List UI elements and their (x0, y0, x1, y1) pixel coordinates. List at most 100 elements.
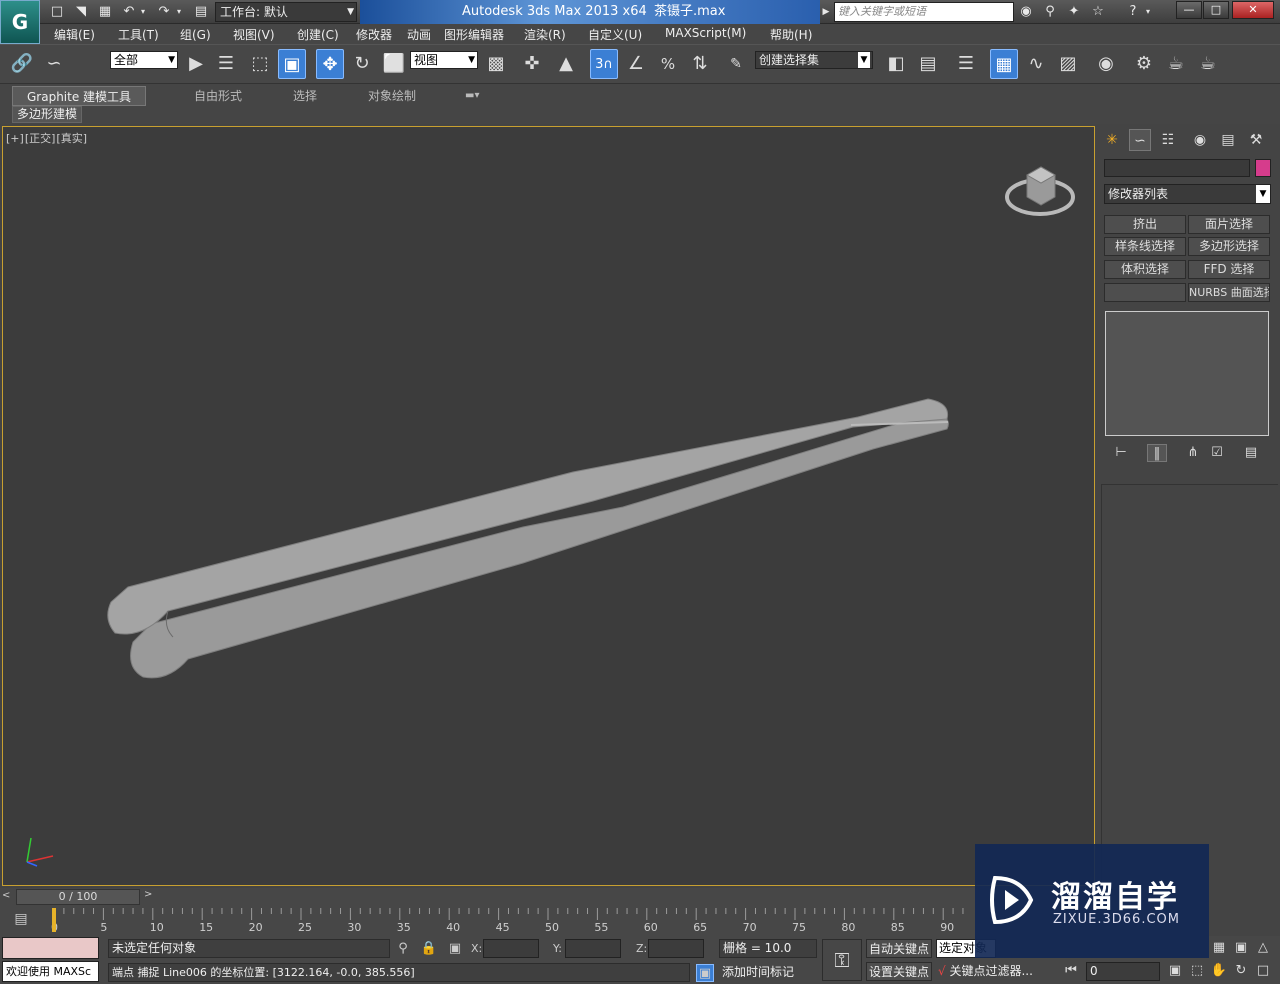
graphite-toggle-icon[interactable]: ▦ (990, 49, 1018, 79)
patch-select-button[interactable]: 面片选择 (1188, 215, 1270, 234)
reference-coordinate-dropdown[interactable]: 视图 ▼ (410, 51, 478, 69)
pivot-center-icon[interactable]: ▩ (482, 49, 510, 79)
menu-customize[interactable]: 自定义(U) (588, 26, 642, 43)
curve-editor-icon[interactable]: ∿ (1022, 49, 1050, 79)
ffd-select-button[interactable]: FFD 选择 (1188, 260, 1270, 279)
time-slider-thumb[interactable]: 0 / 100 (16, 889, 140, 905)
menu-create[interactable]: 创建(C) (297, 26, 339, 43)
menu-tools[interactable]: 工具(T) (118, 26, 159, 43)
field-of-view-icon[interactable]: △ (1254, 939, 1272, 957)
select-by-name-icon[interactable]: ☰ (212, 49, 240, 79)
menu-edit[interactable]: 编辑(E) (54, 26, 95, 43)
timeline-ruler[interactable]: 051015202530354045505560657075808590 (44, 906, 974, 936)
z-coordinate-field[interactable] (648, 939, 704, 958)
spline-select-button[interactable]: 样条线选择 (1104, 237, 1186, 256)
configure-modifier-sets-icon[interactable]: ▤ (1241, 444, 1261, 462)
help-icon[interactable]: ? (1124, 3, 1142, 21)
layer-manager-icon[interactable]: ☰ (952, 49, 980, 79)
empty-modifier-button[interactable] (1104, 283, 1186, 302)
menu-maxscript[interactable]: MAXScript(M) (665, 26, 746, 40)
curve-editor-mini-icon[interactable]: ▤ (10, 911, 32, 931)
select-and-scale-icon[interactable]: ⬜ (380, 49, 408, 79)
modify-tab-icon[interactable]: ∽ (1129, 129, 1151, 151)
show-end-result-icon[interactable]: ‖ (1147, 444, 1167, 462)
select-object-icon[interactable]: ▶ (182, 49, 210, 79)
select-and-rotate-icon[interactable]: ↻ (348, 49, 376, 79)
object-name-field[interactable] (1104, 159, 1250, 177)
remove-modifier-icon[interactable]: ☑ (1207, 444, 1227, 462)
close-button[interactable]: ✕ (1232, 1, 1274, 19)
absolute-mode-icon[interactable]: ▣ (446, 940, 464, 958)
maxscript-welcome[interactable]: 欢迎使用 MAXSc (2, 961, 99, 982)
keyboard-shortcut-override-icon[interactable]: ▲ (552, 49, 580, 79)
previous-frame-icon[interactable]: < (2, 890, 14, 904)
set-key-icon[interactable]: ⚿ (822, 939, 862, 981)
undo-icon[interactable]: ↶ (120, 3, 138, 21)
material-editor-icon[interactable]: ◉ (1092, 49, 1120, 79)
spinner-snap-icon[interactable]: ⇅ (686, 49, 714, 79)
orbit-icon[interactable]: ↻ (1232, 962, 1250, 980)
workspace-dropdown[interactable]: 工作台: 默认 ▼ (215, 2, 357, 22)
zoom-region-icon[interactable]: ⬚ (1188, 962, 1206, 980)
binoculars-icon[interactable]: ◉ (1017, 3, 1035, 21)
auto-key-button[interactable]: 自动关键点 (866, 939, 932, 958)
selection-filter-dropdown[interactable]: 全部 ▼ (110, 51, 178, 69)
zoom-extents-icon[interactable]: ▣ (1166, 962, 1184, 980)
new-file-icon[interactable]: □ (48, 3, 66, 21)
time-config-icon[interactable]: ⏮ (1062, 962, 1080, 980)
menu-rendering[interactable]: 渲染(R) (524, 26, 566, 43)
perspective-viewport[interactable]: [+][正交][真实] (2, 126, 1095, 886)
window-crossing-icon[interactable]: ▣ (278, 49, 306, 79)
tab-freeform[interactable]: 自由形式 (194, 86, 242, 106)
add-time-tag-icon[interactable]: ▣ (696, 964, 714, 982)
modifier-stack[interactable] (1105, 311, 1269, 436)
angle-snap-icon[interactable]: ∠ (622, 49, 650, 79)
motion-tab-icon[interactable]: ◉ (1189, 129, 1211, 151)
maximize-button[interactable]: □ (1203, 1, 1229, 19)
tab-graphite-modeling[interactable]: Graphite 建模工具 (12, 86, 147, 106)
create-tab-icon[interactable]: ✳ (1101, 129, 1123, 151)
make-unique-icon[interactable]: ⋔ (1183, 444, 1203, 462)
poly-select-button[interactable]: 多边形选择 (1188, 237, 1270, 256)
nurbs-surface-select-button[interactable]: NURBS 曲面选择 (1188, 283, 1270, 302)
extrude-button[interactable]: 挤出 (1104, 215, 1186, 234)
tab-selection[interactable]: 选择 (293, 86, 317, 106)
pan-view-icon[interactable]: ✋ (1210, 962, 1228, 980)
select-and-link-icon[interactable]: 🔗 (8, 49, 36, 79)
rendered-frame-window-icon[interactable]: ☕ (1162, 49, 1190, 79)
pin-stack-icon[interactable]: ⊢ (1111, 444, 1131, 462)
display-tab-icon[interactable]: ▤ (1217, 129, 1239, 151)
project-folder-icon[interactable]: ▤ (192, 3, 210, 21)
edit-named-selection-icon[interactable]: ✎ (722, 49, 750, 79)
tweezers-model[interactable] (3, 127, 1096, 887)
redo-dropdown-icon[interactable]: ▾ (174, 3, 184, 21)
undo-dropdown-icon[interactable]: ▾ (138, 3, 148, 21)
communication-center-icon[interactable]: ✦ (1065, 3, 1083, 21)
polygon-modeling-panel[interactable]: 多边形建模 (12, 106, 83, 123)
search-input[interactable]: 键入关键字或短语 (834, 2, 1014, 22)
tweezer-front-arm[interactable] (130, 412, 949, 679)
align-icon[interactable]: ▤ (914, 49, 942, 79)
named-selection-set-dropdown[interactable]: 创建选择集 ▼ (755, 51, 873, 69)
minimize-button[interactable]: — (1176, 1, 1202, 19)
maxscript-listener-input[interactable] (2, 937, 99, 959)
app-logo-button[interactable]: G (0, 0, 40, 44)
unlink-icon[interactable]: ∽ (40, 49, 68, 79)
menu-graph-editors[interactable]: 图形编辑器 (444, 26, 504, 43)
utilities-tab-icon[interactable]: ⚒ (1245, 129, 1267, 151)
selection-lock-icon[interactable]: 🔒 (420, 940, 438, 958)
hierarchy-tab-icon[interactable]: ☷ (1157, 129, 1179, 151)
redo-icon[interactable]: ↷ (155, 3, 173, 21)
ribbon-options-icon[interactable]: ▬▾ (465, 86, 479, 106)
star-icon[interactable]: ☆ (1089, 3, 1107, 21)
open-file-icon[interactable]: ◥ (72, 3, 90, 21)
x-coordinate-field[interactable] (483, 939, 539, 958)
current-frame-field[interactable]: 0 (1086, 962, 1160, 981)
add-time-tag[interactable]: 添加时间标记 (719, 963, 817, 982)
rectangular-selection-icon[interactable]: ⬚ (246, 49, 274, 79)
mirror-icon[interactable]: ◧ (882, 49, 910, 79)
menu-views[interactable]: 视图(V) (233, 26, 275, 43)
render-production-icon[interactable]: ☕ (1194, 49, 1222, 79)
key-tool-icon[interactable]: ⚲ (1041, 3, 1059, 21)
save-icon[interactable]: ▦ (96, 3, 114, 21)
